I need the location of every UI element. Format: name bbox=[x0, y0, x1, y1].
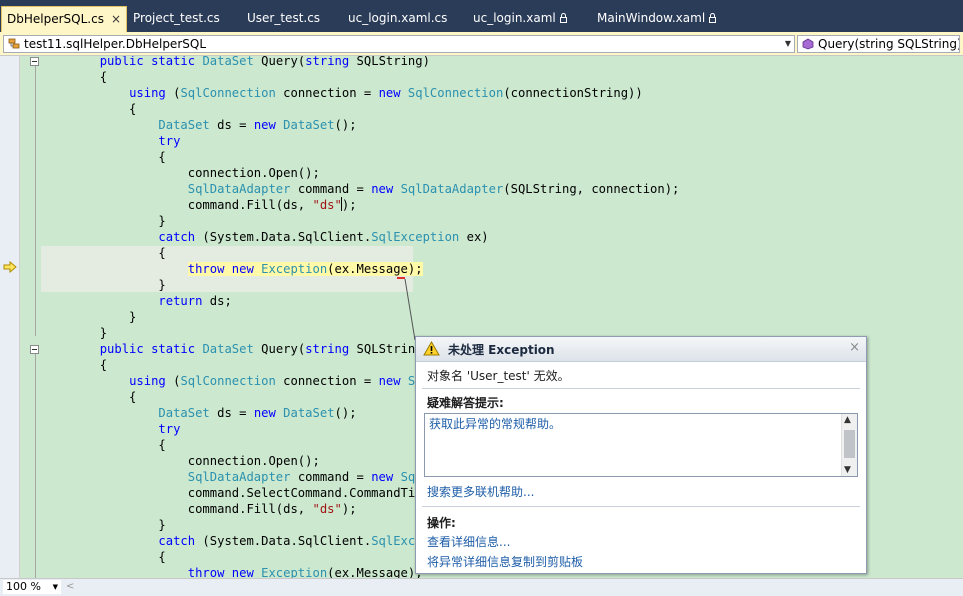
tab-user-test-cs[interactable]: User_test.cs bbox=[247, 6, 320, 32]
exception-assistant-popup: 未处理 Exception × 对象名 'User_test' 无效。 疑难解答… bbox=[415, 336, 867, 574]
code-line: connection.Open(); bbox=[41, 454, 320, 468]
code-line: command.Fill(ds, "ds"); bbox=[41, 502, 357, 516]
tip-link-general-help[interactable]: 获取此异常的常规帮助。 bbox=[429, 415, 561, 432]
code-line: throw new Exception(ex.Message); bbox=[187, 566, 423, 578]
code-line: public static DataSet Query(string SQLSt… bbox=[99, 56, 430, 68]
code-line: catch (System.Data.SqlClient.SqlExcept bbox=[158, 534, 438, 548]
divider bbox=[422, 388, 860, 389]
code-line: catch (System.Data.SqlClient.SqlExceptio… bbox=[158, 230, 489, 244]
navigation-bar: test11.sqlHelper.DbHelperSQL ▼ Query(str… bbox=[0, 32, 963, 56]
tab-close-icon[interactable]: × bbox=[111, 7, 121, 31]
search-online-help-link[interactable]: 搜索更多联机帮助... bbox=[427, 483, 534, 500]
view-details-link[interactable]: 查看详细信息... bbox=[427, 533, 510, 550]
tab-label: DbHelperSQL.cs bbox=[7, 12, 104, 26]
code-line: { bbox=[41, 550, 166, 564]
code-line: connection.Open(); bbox=[41, 166, 320, 180]
code-line: { bbox=[41, 358, 108, 372]
code-line: { bbox=[41, 390, 137, 404]
class-icon bbox=[8, 38, 20, 49]
chevron-up-icon[interactable]: ▲ bbox=[844, 415, 851, 425]
lock-icon bbox=[709, 13, 717, 23]
next-statement-arrow-icon bbox=[3, 261, 17, 273]
actions-heading: 操作: bbox=[427, 516, 456, 530]
code-line: using (SqlConnection connection = new Sq… bbox=[129, 86, 643, 100]
text-caret bbox=[341, 197, 342, 211]
tab-label: uc_login.xaml.cs bbox=[348, 11, 448, 25]
lock-icon bbox=[559, 13, 567, 23]
chevron-down-icon: ▼ bbox=[52, 583, 58, 591]
tab-label: MainWindow.xaml bbox=[597, 11, 706, 25]
code-line: DataSet ds = new DataSet(); bbox=[158, 406, 357, 420]
scroll-left-icon[interactable]: < bbox=[66, 581, 74, 592]
code-line: public static DataSet Query(string SQLSt… bbox=[99, 342, 430, 356]
tab-dbhelpersql-cs[interactable]: DbHelperSQL.cs × bbox=[1, 6, 127, 32]
warning-icon bbox=[423, 341, 440, 356]
troubleshooting-heading: 疑难解答提示: bbox=[427, 396, 504, 410]
outline-line bbox=[35, 354, 36, 578]
editor-status-bar: 100 % ▼ < bbox=[0, 578, 963, 596]
code-line: command.Fill(ds, "ds"); bbox=[41, 198, 357, 212]
code-line: { bbox=[41, 70, 108, 84]
code-line-exception: throw new Exception(ex.Message); bbox=[187, 262, 423, 276]
zoom-level: 100 % bbox=[6, 580, 41, 593]
divider bbox=[422, 506, 860, 507]
code-line: } bbox=[41, 278, 166, 292]
code-line: command.SelectCommand.CommandTimeo bbox=[41, 486, 438, 500]
collapse-toggle[interactable] bbox=[30, 57, 39, 66]
tab-uc-login-xaml-cs[interactable]: uc_login.xaml.cs bbox=[348, 6, 447, 32]
member-dropdown[interactable]: Query(string SQLString) bbox=[797, 35, 960, 53]
tab-uc-login-xaml[interactable]: uc_login.xaml bbox=[473, 6, 567, 32]
type-dropdown-value: test11.sqlHelper.DbHelperSQL bbox=[24, 37, 206, 51]
method-icon bbox=[802, 38, 814, 50]
document-tab-strip: DbHelperSQL.cs × Project_test.cs User_te… bbox=[0, 0, 963, 32]
indicator-margin[interactable] bbox=[0, 56, 20, 578]
code-line: DataSet ds = new DataSet(); bbox=[158, 118, 357, 132]
exception-message: 对象名 'User_test' 无效。 bbox=[427, 369, 570, 383]
code-line: try bbox=[158, 422, 181, 436]
tab-mainwindow-xaml[interactable]: MainWindow.xaml bbox=[597, 6, 717, 32]
close-icon[interactable]: × bbox=[849, 340, 860, 355]
code-line: { bbox=[41, 102, 137, 116]
type-dropdown[interactable]: test11.sqlHelper.DbHelperSQL ▼ bbox=[3, 35, 795, 53]
chevron-down-icon: ▼ bbox=[784, 39, 791, 48]
outline-line bbox=[35, 66, 36, 336]
code-line: { bbox=[41, 438, 166, 452]
code-line: } bbox=[41, 518, 166, 532]
copy-details-link[interactable]: 将异常详细信息复制到剪贴板 bbox=[427, 553, 583, 570]
tab-label: Project_test.cs bbox=[133, 11, 220, 25]
code-line: try bbox=[158, 134, 181, 148]
troubleshooting-tips-list[interactable]: 获取此异常的常规帮助。 ▲ ▼ bbox=[424, 413, 858, 477]
zoom-dropdown[interactable]: 100 % ▼ bbox=[3, 580, 61, 594]
code-line: using (SqlConnection connection = new Sq… bbox=[129, 374, 437, 388]
tips-scrollbar[interactable]: ▲ ▼ bbox=[841, 414, 857, 476]
code-line: SqlDataAdapter command = new SqlDataAdap… bbox=[187, 182, 680, 196]
member-dropdown-value: Query(string SQLString) bbox=[818, 37, 960, 51]
code-line: } bbox=[41, 326, 108, 340]
chevron-down-icon[interactable]: ▼ bbox=[844, 465, 851, 475]
collapse-toggle[interactable] bbox=[30, 345, 39, 354]
code-line: { bbox=[41, 150, 166, 164]
code-line: SqlDataAdapter command = new SqlDa bbox=[187, 470, 438, 484]
code-line: } bbox=[41, 310, 137, 324]
error-squiggle bbox=[397, 277, 405, 279]
exception-title: 未处理 Exception bbox=[448, 343, 555, 357]
code-line: { bbox=[41, 246, 166, 260]
tab-label: uc_login.xaml bbox=[473, 11, 556, 25]
tab-project-test-cs[interactable]: Project_test.cs bbox=[133, 6, 220, 32]
scrollbar-thumb[interactable] bbox=[844, 430, 855, 458]
tab-label: User_test.cs bbox=[247, 11, 321, 25]
code-line: } bbox=[41, 214, 166, 228]
code-line: return ds; bbox=[158, 294, 232, 308]
exception-header: 未处理 Exception × bbox=[416, 337, 866, 362]
